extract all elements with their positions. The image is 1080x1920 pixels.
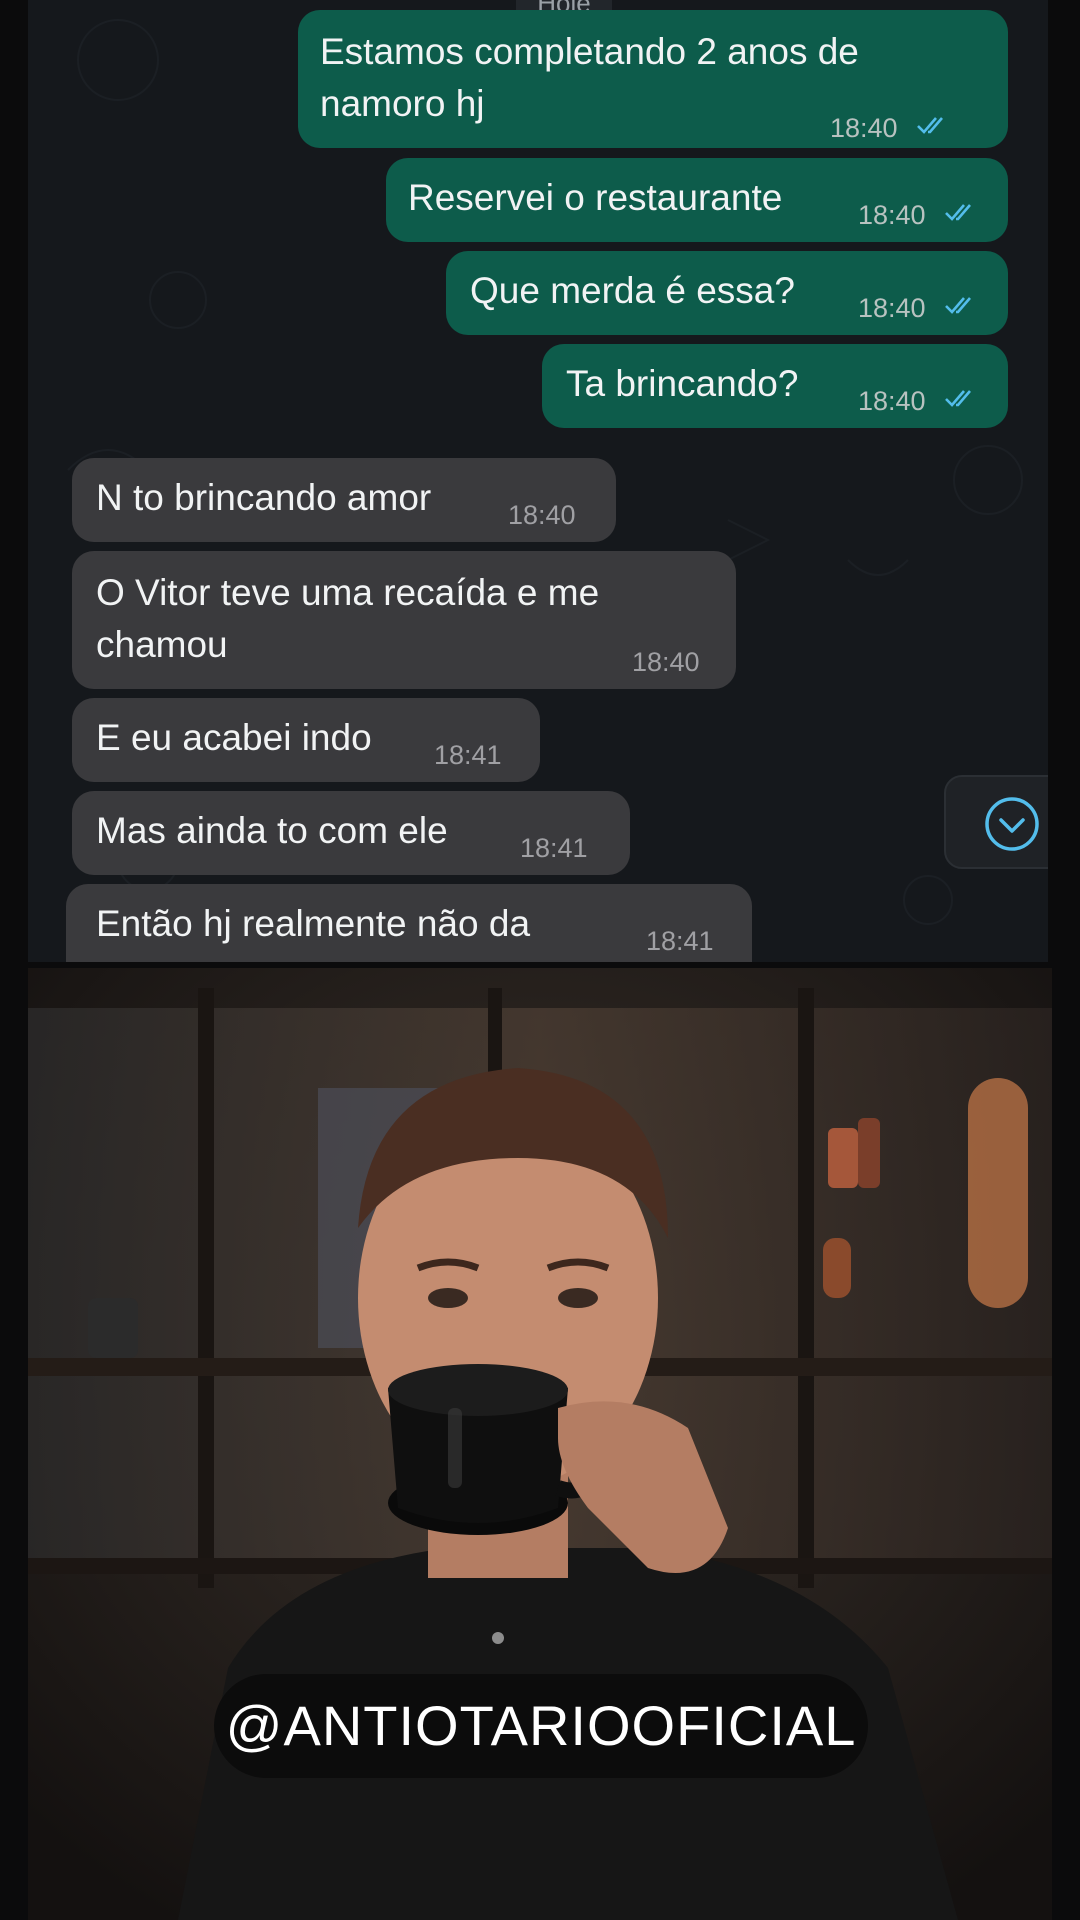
message-incoming[interactable]: N to brincando amor 18:40 — [72, 458, 616, 542]
message-outgoing[interactable]: Estamos completando 2 anos de namoro hj … — [298, 10, 1008, 148]
message-text: Então hj realmente não da — [96, 903, 531, 944]
message-outgoing[interactable]: Reservei o restaurante 18:40 — [386, 158, 1008, 242]
message-text: E eu acabei indo — [96, 717, 372, 758]
message-time: 18:41 — [646, 926, 714, 956]
message-incoming[interactable]: Então hj realmente não da 18:41 — [66, 884, 752, 962]
message-text: Que merda é essa? — [470, 270, 795, 311]
message-time: 18:41 — [520, 833, 588, 863]
message-time: 18:40 — [830, 113, 898, 143]
message-outgoing[interactable]: Que merda é essa? 18:40 — [446, 251, 1008, 335]
message-text: Ta brincando? — [566, 363, 799, 404]
message-incoming[interactable]: E eu acabei indo 18:41 — [72, 698, 540, 782]
message-time: 18:40 — [858, 386, 926, 416]
message-text: O Vitor teve uma recaída e me chamou — [96, 572, 600, 665]
chat-screenshot: Hoje Estamos completando 2 anos de namor… — [28, 0, 1048, 962]
message-time: 18:41 — [434, 740, 502, 770]
message-outgoing[interactable]: Ta brincando? 18:40 — [542, 344, 1008, 428]
channel-handle-badge: @ANTIOTARIOOFICIAL — [214, 1674, 868, 1778]
message-incoming[interactable]: O Vitor teve uma recaída e me chamou 18:… — [72, 551, 736, 689]
message-text: N to brincando amor — [96, 477, 432, 518]
read-receipt-icon — [945, 390, 971, 407]
message-time: 18:40 — [632, 647, 700, 677]
read-receipt-icon — [917, 117, 943, 134]
message-incoming[interactable]: Mas ainda to com ele 18:41 — [72, 791, 630, 875]
message-time: 18:40 — [858, 293, 926, 323]
message-text: Estamos completando 2 anos de namoro hj — [320, 31, 859, 124]
message-text: Mas ainda to com ele — [96, 810, 448, 851]
read-receipt-icon — [945, 204, 971, 221]
chevron-down-circle-icon — [985, 797, 1039, 851]
scroll-to-bottom-button[interactable] — [944, 775, 1048, 869]
read-receipt-icon — [945, 297, 971, 314]
message-time: 18:40 — [508, 500, 576, 530]
message-time: 18:40 — [858, 200, 926, 230]
message-text: Reservei o restaurante — [408, 177, 783, 218]
